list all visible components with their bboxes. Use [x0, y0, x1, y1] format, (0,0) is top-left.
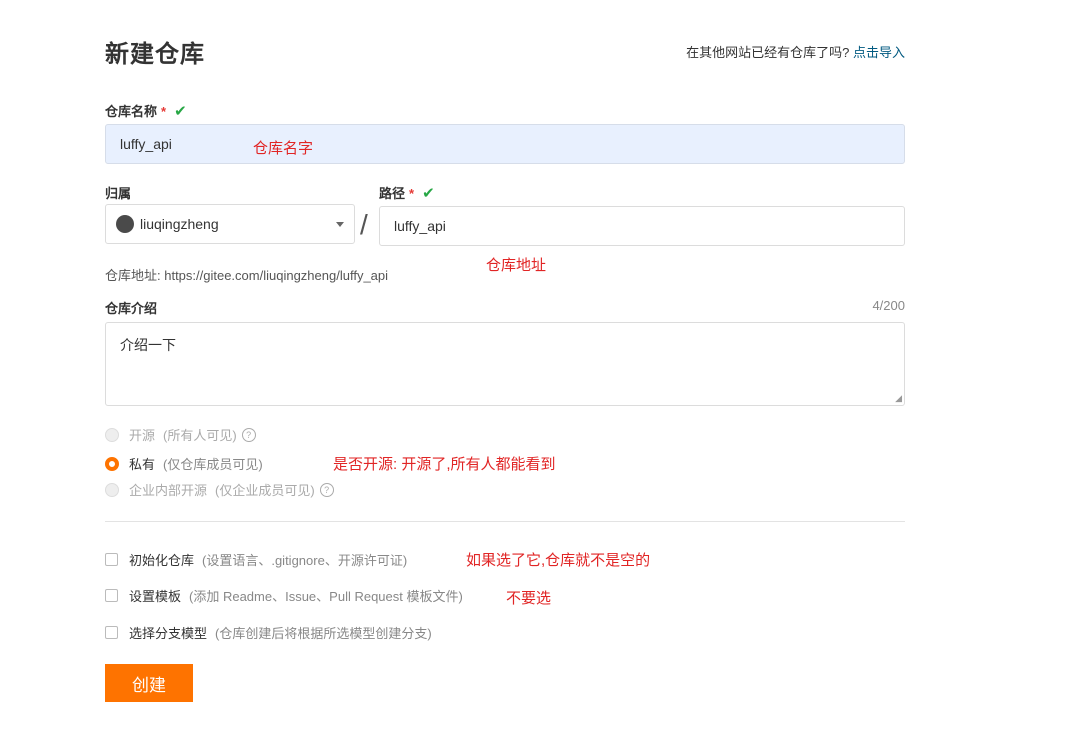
- page-title: 新建仓库: [105, 41, 205, 68]
- checkbox[interactable]: [105, 553, 118, 566]
- owner-select[interactable]: liuqingzheng: [105, 204, 355, 244]
- radio-private[interactable]: [105, 456, 119, 471]
- radio-internal[interactable]: [105, 482, 119, 497]
- import-prompt-text: 在其他网站已经有仓库了吗?: [686, 45, 850, 60]
- divider: [105, 521, 905, 522]
- checkbox[interactable]: [105, 589, 118, 602]
- visibility-label: 开源: [129, 428, 156, 443]
- repo-name-annotation: 仓库名字: [253, 140, 314, 157]
- visibility-hint: (仅企业成员可见): [215, 483, 315, 498]
- visibility-annotation: 是否开源: 开源了,所有人都能看到: [333, 456, 556, 473]
- visibility-option-internal[interactable]: 企业内部开源 (仅企业成员可见) ?: [105, 480, 334, 499]
- option-template[interactable]: 设置模板 (添加 Readme、Issue、Pull Request 模板文件): [105, 586, 463, 605]
- owner-label: 归属: [105, 186, 132, 201]
- help-icon[interactable]: ?: [241, 427, 256, 442]
- create-button[interactable]: 创建: [105, 664, 193, 702]
- help-icon[interactable]: ?: [319, 482, 334, 497]
- path-value: luffy_api: [394, 218, 446, 234]
- option-hint: (添加 Readme、Issue、Pull Request 模板文件): [189, 589, 463, 604]
- import-prompt: 在其他网站已经有仓库了吗? 点击导入: [686, 42, 905, 61]
- owner-value: liuqingzheng: [140, 216, 219, 232]
- option-init-repo[interactable]: 初始化仓库 (设置语言、.gitignore、开源许可证): [105, 550, 407, 569]
- visibility-label: 私有: [129, 457, 156, 472]
- chevron-down-icon: [336, 221, 344, 227]
- repo-name-value: luffy_api: [120, 136, 172, 152]
- path-label: 路径: [379, 186, 406, 201]
- repo-url: 仓库地址: https://gitee.com/liuqingzheng/luf…: [105, 268, 389, 283]
- repo-name-input[interactable]: luffy_api: [105, 124, 905, 164]
- import-link[interactable]: 点击导入: [853, 45, 905, 60]
- path-input[interactable]: luffy_api: [379, 206, 905, 246]
- option-annotation: 不要选: [506, 590, 552, 607]
- visibility-option-private[interactable]: 私有 (仅仓库成员可见): [105, 454, 263, 473]
- description-value: 介绍一下: [120, 337, 176, 353]
- repo-name-label-row: 仓库名称 * ✔: [105, 101, 187, 120]
- required-mark: *: [161, 104, 167, 119]
- repo-name-label: 仓库名称: [105, 104, 158, 119]
- option-label: 选择分支模型: [129, 626, 208, 641]
- path-separator: /: [360, 209, 368, 240]
- visibility-label: 企业内部开源: [129, 483, 208, 498]
- required-mark: *: [409, 186, 415, 201]
- visibility-option-public[interactable]: 开源 (所有人可见) ?: [105, 425, 256, 444]
- description-counter: 4/200: [872, 298, 905, 313]
- option-annotation: 如果选了它,仓库就不是空的: [466, 552, 651, 569]
- option-label: 初始化仓库: [129, 553, 195, 568]
- visibility-hint: (仅仓库成员可见): [163, 457, 263, 472]
- description-textarea[interactable]: 介绍一下 ◢: [105, 322, 905, 406]
- checkbox[interactable]: [105, 626, 118, 639]
- repo-url-annotation: 仓库地址: [486, 257, 547, 274]
- visibility-hint: (所有人可见): [163, 428, 237, 443]
- option-label: 设置模板: [129, 589, 182, 604]
- check-icon: ✔: [422, 185, 435, 202]
- check-icon: ✔: [174, 103, 187, 120]
- resize-handle-icon[interactable]: ◢: [895, 393, 902, 404]
- description-label: 仓库介绍: [105, 301, 158, 316]
- radio-public[interactable]: [105, 427, 119, 442]
- option-branch-model[interactable]: 选择分支模型 (仓库创建后将根据所选模型创建分支): [105, 623, 432, 642]
- path-label-row: 路径 * ✔: [379, 183, 435, 202]
- avatar: [116, 215, 134, 233]
- option-hint: (仓库创建后将根据所选模型创建分支): [215, 626, 432, 641]
- option-hint: (设置语言、.gitignore、开源许可证): [202, 553, 408, 568]
